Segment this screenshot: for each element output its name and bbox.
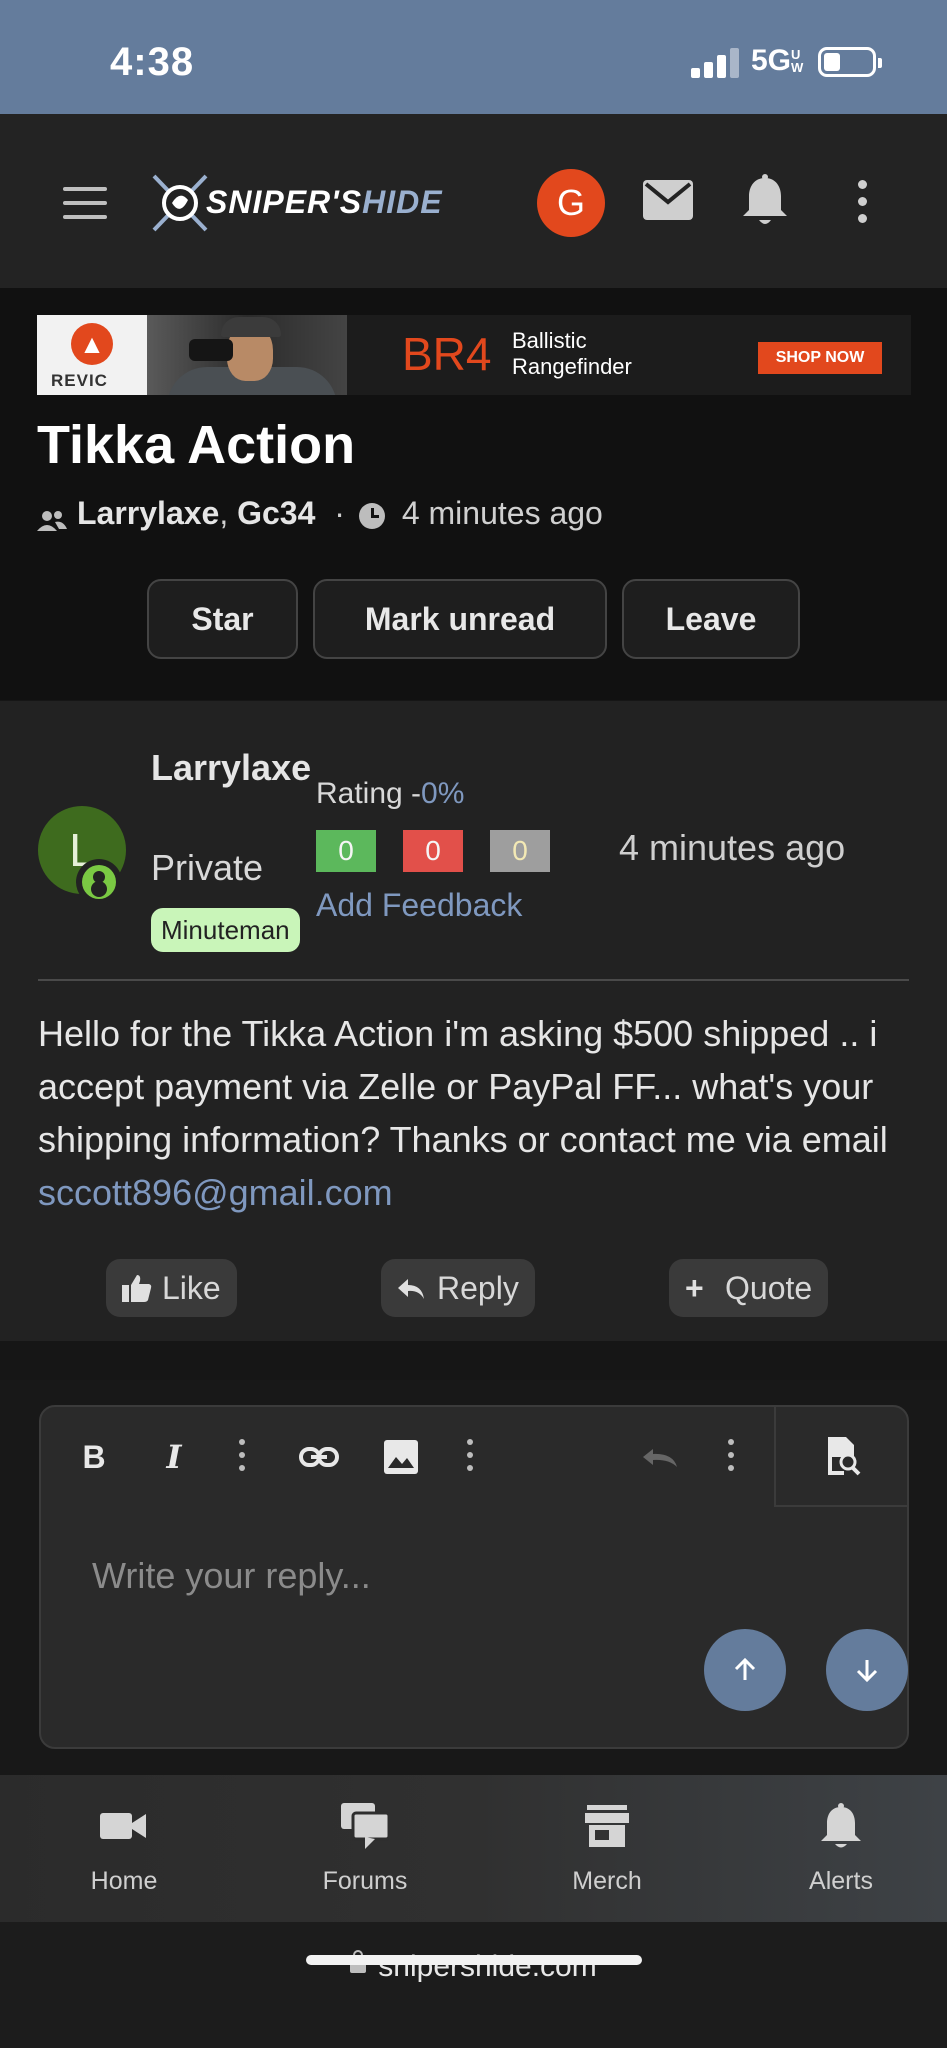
ad-brand: REVIC (51, 371, 108, 390)
nav-merch[interactable]: Merch (507, 1775, 707, 1922)
nav-alerts[interactable]: Alerts (741, 1775, 941, 1922)
leave-button[interactable]: Leave (622, 579, 800, 659)
undo-icon[interactable] (641, 1437, 681, 1477)
bottom-nav: Home Forums Merch Alerts (0, 1775, 947, 1922)
link-icon[interactable] (299, 1437, 339, 1477)
email-link[interactable]: sccott896@gmail.com (38, 1172, 393, 1213)
status-time: 4:38 (110, 40, 195, 84)
mark-unread-button[interactable]: Mark unread (313, 579, 607, 659)
arrow-up-icon (734, 1657, 756, 1680)
user-avatar[interactable]: G (537, 169, 605, 237)
preview-toggle[interactable] (774, 1407, 909, 1507)
ad-banner[interactable]: ▲ REVIC BR4 Ballistic Rangefinder SHOP N… (37, 315, 911, 395)
user-title-badge: Minuteman (151, 908, 300, 952)
star-button[interactable]: Star (147, 579, 298, 659)
browser-url-bar[interactable]: snipershide.com (0, 1922, 947, 2048)
ad-photo (147, 315, 347, 395)
more-options-icon[interactable] (727, 1439, 735, 1473)
positive-feedback-count[interactable]: 0 (316, 830, 376, 872)
participant-link[interactable]: Larrylaxe (77, 495, 219, 531)
participant-link[interactable]: Gc34 (237, 495, 315, 531)
logo-text: SNIPER'SHIDE (206, 184, 443, 220)
message-time[interactable]: 4 minutes ago (619, 827, 845, 869)
arrow-down-icon (856, 1660, 878, 1683)
italic-icon[interactable]: I (159, 1437, 189, 1477)
thread-meta: Larrylaxe, Gc34 · 4 minutes ago (37, 495, 603, 535)
ad-tagline: Ballistic Rangefinder (512, 328, 632, 379)
preview-icon (828, 1437, 861, 1476)
battery-icon (818, 47, 882, 77)
ad-shop-now-button[interactable]: SHOP NOW (758, 342, 882, 374)
nav-forums[interactable]: Forums (265, 1775, 465, 1922)
negative-feedback-count[interactable]: 0 (403, 830, 463, 872)
more-menu-icon[interactable] (852, 178, 872, 226)
hamburger-menu-icon[interactable] (63, 187, 107, 219)
mail-icon[interactable] (643, 180, 693, 222)
thread-header-section: ▲ REVIC BR4 Ballistic Rangefinder SHOP N… (0, 288, 947, 700)
reply-arrow-icon (397, 1259, 427, 1317)
nav-home[interactable]: Home (24, 1775, 224, 1922)
reply-section: B I Write your reply... (0, 1380, 947, 1775)
thumbs-up-icon (122, 1259, 152, 1317)
bell-icon[interactable] (740, 174, 790, 228)
ad-brand-logo: ▲ REVIC (37, 315, 147, 395)
add-feedback-link[interactable]: Add Feedback (316, 887, 522, 924)
store-icon (585, 1805, 629, 1847)
reply-editor: B I Write your reply... (39, 1405, 909, 1749)
site-header: SNIPER'SHIDE G (0, 114, 947, 288)
more-format-icon[interactable] (238, 1439, 246, 1473)
crosshair-logo-icon (152, 174, 208, 232)
author-name[interactable]: Larrylaxe (151, 741, 311, 795)
reply-input[interactable]: Write your reply... (92, 1555, 371, 1597)
quote-button[interactable]: + Quote (669, 1259, 829, 1317)
scroll-down-button[interactable] (826, 1629, 908, 1711)
plus-icon: + (685, 1270, 704, 1306)
clock-icon (358, 502, 385, 529)
video-camera-icon (100, 1813, 146, 1839)
reply-button[interactable]: Reply (381, 1259, 535, 1317)
divider (38, 979, 909, 981)
status-bar: 4:38 5GUW (0, 0, 947, 114)
chat-bubbles-icon (341, 1803, 389, 1849)
message-card: L Larrylaxe Private Minuteman Rating -0%… (0, 701, 947, 1341)
message-body: Hello for the Tikka Action i'm asking $5… (38, 1013, 888, 1213)
users-icon (37, 504, 67, 531)
like-button[interactable]: Like (106, 1259, 237, 1317)
flame-icon: ▲ (71, 323, 113, 365)
image-icon[interactable] (384, 1437, 418, 1477)
rating: Rating -0% (316, 777, 465, 810)
ad-product: BR4 (402, 328, 492, 380)
author-rank: Private (151, 847, 264, 888)
site-logo[interactable]: SNIPER'SHIDE (148, 170, 488, 236)
thread-time: 4 minutes ago (401, 495, 603, 531)
bell-icon (821, 1803, 861, 1848)
signal-icon (691, 46, 741, 78)
thread-title: Tikka Action (37, 415, 356, 475)
neutral-feedback-count[interactable]: 0 (490, 830, 550, 872)
home-indicator[interactable] (306, 1955, 642, 1965)
user-badge-icon (76, 859, 122, 905)
scroll-up-button[interactable] (704, 1629, 786, 1711)
bold-icon[interactable]: B (79, 1437, 109, 1477)
more-insert-icon[interactable] (466, 1439, 474, 1473)
network-label: 5GUW (751, 44, 804, 77)
